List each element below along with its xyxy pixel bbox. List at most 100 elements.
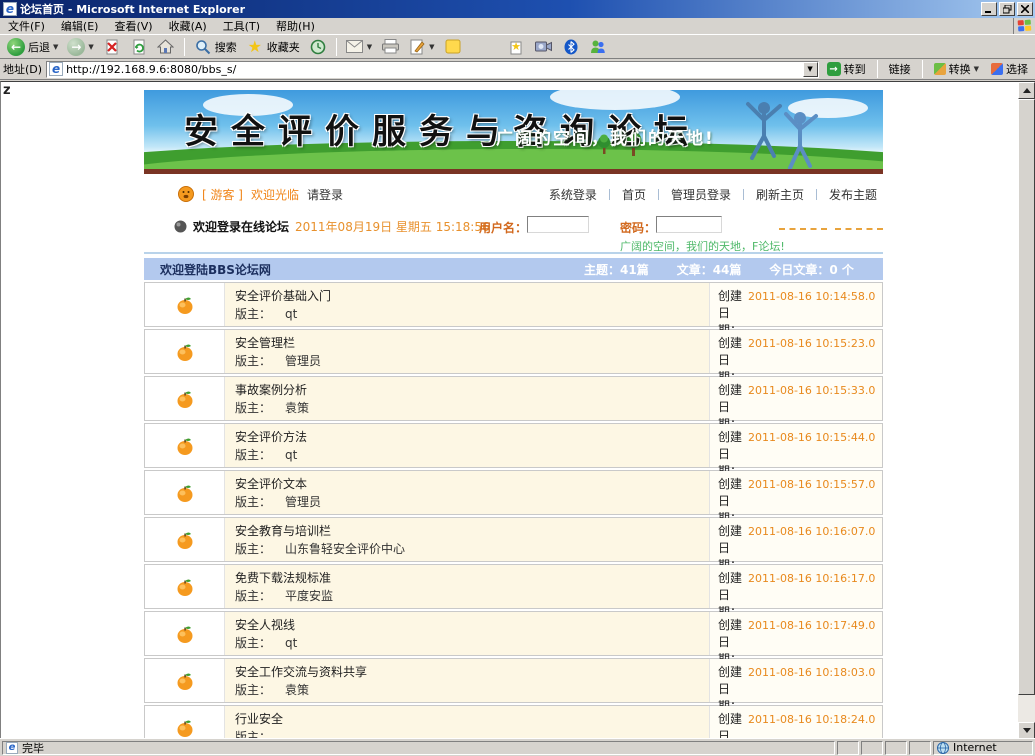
forum-title[interactable]: 行业安全	[235, 710, 699, 727]
nav-post-topic[interactable]: 发布主题	[829, 186, 877, 203]
discuss-button[interactable]	[441, 37, 465, 57]
forum-row[interactable]: 安全管理栏 版主：管理员 创建日期： 2011-08-16 10:15:23.0…	[144, 329, 883, 374]
password-label: 密码：	[620, 219, 656, 236]
menu-help[interactable]: 帮助(H)	[268, 17, 323, 35]
forum-meta-cell: 创建日期： 2011-08-16 10:15:57.0 今日主题数： 3	[710, 471, 882, 514]
forum-title[interactable]: 安全管理栏	[235, 334, 699, 351]
svg-text:★: ★	[511, 40, 521, 53]
forum-row[interactable]: 事故案例分析 版主：袁策 创建日期： 2011-08-16 10:15:33.0…	[144, 376, 883, 421]
forum-title[interactable]: 安全人视线	[235, 616, 699, 633]
messenger-button[interactable]	[586, 37, 610, 57]
browser-viewport: z	[0, 81, 1035, 738]
moderator-value[interactable]: 管理员	[285, 495, 321, 509]
moderator-value[interactable]: 山东鲁轻安全评价中心	[285, 542, 405, 556]
forum-row[interactable]: 安全评价方法 版主：qt 创建日期： 2011-08-16 10:15:44.0…	[144, 423, 883, 468]
edit-dropdown-icon[interactable]: ▼	[429, 43, 434, 51]
stop-icon	[103, 38, 121, 56]
scroll-down-button[interactable]	[1018, 722, 1035, 738]
stop-button[interactable]	[100, 37, 124, 57]
nav-home[interactable]: 首页	[622, 186, 646, 203]
forum-meta-cell: 创建日期： 2011-08-16 10:15:23.0 今日主题数： 4	[710, 330, 882, 373]
restore-button[interactable]	[999, 2, 1015, 16]
links-button[interactable]: 链接	[885, 60, 915, 78]
convert-dropdown-icon[interactable]: ▼	[974, 65, 979, 73]
forward-dropdown-icon[interactable]: ▼	[88, 43, 93, 51]
address-dropdown-icon[interactable]: ▼	[803, 62, 818, 77]
mail-dropdown-icon[interactable]: ▼	[367, 43, 372, 51]
close-button[interactable]	[1017, 2, 1033, 16]
forum-row[interactable]: 安全人视线 版主：qt 创建日期： 2011-08-16 10:17:49.0 …	[144, 611, 883, 656]
created-value: 2011-08-16 10:16:07.0	[748, 525, 875, 538]
search-icon	[194, 38, 212, 56]
vertical-scrollbar[interactable]	[1018, 82, 1035, 738]
created-value: 2011-08-16 10:18:24.0	[748, 713, 875, 726]
nav-separator	[609, 189, 610, 200]
forum-title[interactable]: 安全评价基础入门	[235, 287, 699, 304]
forum-title[interactable]: 安全教育与培训栏	[235, 522, 699, 539]
forum-moderator-line: 版主：袁策	[235, 399, 699, 416]
address-input[interactable]	[66, 63, 800, 76]
convert-button[interactable]: 转换 ▼	[930, 60, 983, 78]
login-welcome-text: 欢迎登录在线论坛	[193, 218, 289, 235]
menu-edit[interactable]: 编辑(E)	[53, 17, 107, 35]
forum-title[interactable]: 安全评价文本	[235, 475, 699, 492]
bluetooth-button[interactable]	[559, 37, 583, 57]
moderator-value[interactable]: 袁策	[285, 401, 309, 415]
moderator-value[interactable]: qt	[285, 448, 297, 462]
username-input[interactable]	[527, 216, 589, 233]
menu-view[interactable]: 查看(V)	[106, 17, 160, 35]
refresh-button[interactable]	[127, 37, 151, 57]
login-prompt-link[interactable]: 请登录	[307, 186, 343, 203]
go-button[interactable]: → 转到	[823, 60, 870, 78]
back-icon: ←	[7, 38, 25, 56]
forum-title[interactable]: 事故案例分析	[235, 381, 699, 398]
forum-moderator-line: 版主：平度安监	[235, 587, 699, 604]
forum-title[interactable]: 安全评价方法	[235, 428, 699, 445]
media-button[interactable]	[532, 37, 556, 57]
address-input-box[interactable]: e ▼	[46, 61, 819, 78]
forum-title[interactable]: 免费下载法规标准	[235, 569, 699, 586]
minimize-button[interactable]	[981, 2, 997, 16]
moderator-value[interactable]: 平度安监	[285, 589, 333, 603]
forum-row[interactable]: 安全评价基础入门 版主：qt 创建日期： 2011-08-16 10:14:58…	[144, 282, 883, 327]
forum-title[interactable]: 安全工作交流与资料共享	[235, 663, 699, 680]
home-button[interactable]	[154, 37, 178, 57]
mail-button[interactable]: ▼	[343, 37, 375, 57]
forum-row[interactable]: 安全教育与培训栏 版主：山东鲁轻安全评价中心 创建日期： 2011-08-16 …	[144, 517, 883, 562]
menu-file[interactable]: 文件(F)	[0, 17, 53, 35]
password-input[interactable]	[656, 216, 722, 233]
forum-row[interactable]: 安全工作交流与资料共享 版主：袁策 创建日期： 2011-08-16 10:18…	[144, 658, 883, 703]
moderator-value[interactable]: qt	[285, 636, 297, 650]
nav-admin-login[interactable]: 管理员登录	[671, 186, 731, 203]
moderator-value[interactable]: 管理员	[285, 354, 321, 368]
forum-row[interactable]: 行业安全 版主： 创建日期： 2011-08-16 10:18:24.0 今日主…	[144, 705, 883, 738]
forum-main-cell: 安全评价方法 版主：qt	[225, 424, 710, 467]
history-button[interactable]	[306, 37, 330, 57]
forum-row[interactable]: 免费下载法规标准 版主：平度安监 创建日期： 2011-08-16 10:16:…	[144, 564, 883, 609]
menu-favorites[interactable]: 收藏(A)	[161, 17, 215, 35]
forum-row[interactable]: 安全评价文本 版主：管理员 创建日期： 2011-08-16 10:15:57.…	[144, 470, 883, 515]
welcome-text: 欢迎光临	[251, 186, 299, 203]
board-title: 欢迎登陆BBS论坛网	[144, 261, 271, 278]
menu-tools[interactable]: 工具(T)	[215, 17, 268, 35]
back-dropdown-icon[interactable]: ▼	[53, 43, 58, 51]
back-button[interactable]: ← 后退 ▼	[4, 37, 61, 57]
dashed-links[interactable]	[779, 228, 883, 230]
scrollbar-thumb[interactable]	[1018, 99, 1035, 695]
favorites-button[interactable]: ★ 收藏夹	[243, 37, 303, 57]
scroll-up-button[interactable]	[1018, 82, 1035, 99]
forum-moderator-line: 版主：山东鲁轻安全评价中心	[235, 540, 699, 557]
board-header: 欢迎登陆BBS论坛网 主题：41篇 文章：44篇 今日文章：0 个	[144, 258, 883, 280]
select-button[interactable]: 选择	[987, 60, 1032, 78]
moderator-value[interactable]: qt	[285, 307, 297, 321]
add-favorite-button[interactable]: ★	[505, 37, 529, 57]
nav-system-login[interactable]: 系统登录	[549, 186, 597, 203]
search-button[interactable]: 搜索	[191, 37, 240, 57]
forum-list: 安全评价基础入门 版主：qt 创建日期： 2011-08-16 10:14:58…	[144, 282, 883, 738]
select-icon	[991, 63, 1003, 75]
nav-refresh-home[interactable]: 刷新主页	[756, 186, 804, 203]
edit-button[interactable]: ▼	[405, 37, 437, 57]
forward-button[interactable]: → ▼	[64, 37, 96, 57]
moderator-value[interactable]: 袁策	[285, 683, 309, 697]
print-button[interactable]	[378, 37, 402, 57]
